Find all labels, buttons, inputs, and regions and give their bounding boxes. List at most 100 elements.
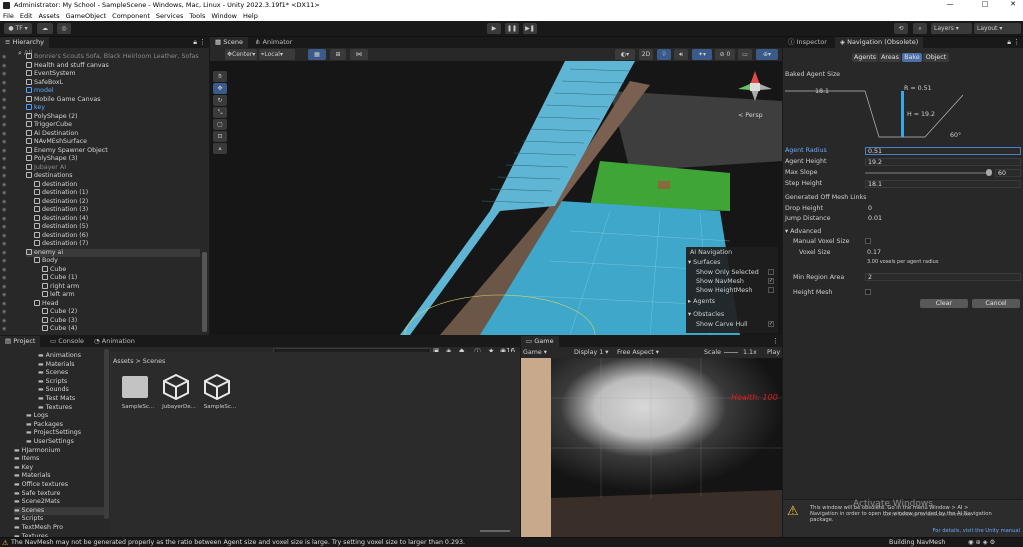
- hierarchy-item[interactable]: ◉ Jubayer AI: [2, 163, 66, 173]
- hierarchy-item[interactable]: ◉ EventSystem: [2, 70, 76, 79]
- hierarchy-item[interactable]: ◉ Ai Destination: [2, 129, 78, 139]
- visibility-eye-icon[interactable]: ◉: [2, 147, 6, 156]
- subtab-bake[interactable]: Bake: [902, 53, 922, 62]
- tab-hierarchy[interactable]: ≡ Hierarchy: [0, 37, 49, 48]
- visibility-eye-icon[interactable]: ◉: [2, 96, 6, 105]
- visibility-eye-icon[interactable]: ◉: [2, 172, 6, 181]
- asset-item[interactable]: SampleSc...: [118, 374, 154, 416]
- hierarchy-item[interactable]: ◉ Head: [2, 299, 58, 309]
- project-folder[interactable]: ▬ Items: [14, 455, 39, 464]
- layout-dropdown[interactable]: Layout ▾: [974, 23, 1021, 34]
- play-button[interactable]: ▶: [487, 23, 501, 34]
- visibility-eye-icon[interactable]: ◉: [2, 164, 6, 173]
- perspective-label[interactable]: < Persp: [738, 112, 763, 119]
- game-viewport[interactable]: [521, 358, 782, 537]
- lock-icon[interactable]: 🔒︎: [193, 38, 197, 47]
- tab-console[interactable]: ▭ Console: [45, 336, 89, 347]
- scale-slider[interactable]: [724, 352, 738, 353]
- close-button[interactable]: ✕: [1003, 0, 1023, 8]
- breadcrumb-scenes[interactable]: Scenes: [143, 358, 165, 365]
- hierarchy-item[interactable]: ◉ Cube (1): [2, 274, 77, 283]
- hierarchy-item[interactable]: ◉ NAvMEshSurface: [2, 138, 87, 147]
- tab-animator[interactable]: ⋔ Animator: [250, 37, 297, 48]
- hierarchy-item[interactable]: ◉ Cube (2): [2, 308, 77, 317]
- hierarchy-item[interactable]: ◉ destination: [2, 180, 77, 190]
- lock-icon[interactable]: 🔒︎: [1007, 38, 1011, 47]
- toggle-2d-button[interactable]: 2D: [639, 49, 653, 60]
- project-folder[interactable]: ▬ Logs: [26, 412, 48, 421]
- manual-voxel-checkbox[interactable]: [865, 238, 871, 244]
- collab-icon[interactable]: ◎: [57, 23, 71, 34]
- visibility-eye-icon[interactable]: ◉: [2, 70, 6, 79]
- menu-window[interactable]: Window: [211, 12, 237, 20]
- increment-snap-icon[interactable]: ⊞: [330, 49, 346, 60]
- min-region-field[interactable]: 2: [865, 273, 1021, 281]
- hierarchy-item[interactable]: ◉ enemy ai: [2, 248, 200, 257]
- play-mode-dropdown[interactable]: Play: [767, 349, 780, 356]
- hidden-objects-icon[interactable]: ⊘ 0: [715, 49, 735, 60]
- menu-help[interactable]: Help: [243, 12, 258, 20]
- project-folder[interactable]: ▬ Scripts: [14, 515, 43, 524]
- cancel-button[interactable]: Cancel: [972, 299, 1020, 308]
- asset-item[interactable]: JubayerDe...: [159, 373, 196, 416]
- project-folder[interactable]: ▬ Materials: [14, 472, 51, 481]
- tab-scene[interactable]: ▦ Scene: [210, 37, 249, 48]
- field-agent-height[interactable]: 19.2: [865, 158, 1021, 166]
- show-heightmesh-checkbox[interactable]: [768, 287, 774, 293]
- game-mode-dropdown[interactable]: Game ▾: [523, 349, 547, 356]
- agents-foldout[interactable]: ▸ Agents: [688, 298, 715, 305]
- hierarchy-item[interactable]: ◉ destination (7): [2, 240, 88, 249]
- visibility-eye-icon[interactable]: ◉: [2, 113, 6, 122]
- visibility-eye-icon[interactable]: ◉: [2, 138, 6, 147]
- project-folder[interactable]: ▬ Packages: [26, 421, 63, 430]
- clear-button[interactable]: Clear: [920, 299, 968, 308]
- visibility-eye-icon[interactable]: ◉: [2, 155, 6, 164]
- rect-tool-icon[interactable]: ▢: [213, 119, 227, 130]
- visibility-eye-icon[interactable]: ◉: [2, 317, 6, 326]
- layers-dropdown[interactable]: Layers ▾: [931, 23, 972, 34]
- visibility-eye-icon[interactable]: ◉: [2, 308, 6, 317]
- snap-settings-icon[interactable]: ⋈: [350, 49, 368, 60]
- project-folder[interactable]: ▬ Scripts: [38, 378, 67, 387]
- tab-project[interactable]: ▤ Project: [0, 336, 41, 347]
- icon-size-slider[interactable]: [480, 530, 510, 532]
- project-folder[interactable]: ▬ Safe texture: [14, 490, 60, 499]
- scale-tool-icon[interactable]: ⤡: [213, 107, 227, 118]
- effects-icon[interactable]: ✦▾: [692, 49, 712, 60]
- status-message[interactable]: The NavMesh may not be generated properl…: [11, 539, 465, 546]
- gizmos-icon[interactable]: ⊕▾: [756, 49, 778, 60]
- breadcrumb-assets[interactable]: Assets: [113, 358, 134, 365]
- hierarchy-item[interactable]: ◉ PolyShape (2): [2, 112, 78, 122]
- visibility-eye-icon[interactable]: ◉: [2, 325, 6, 334]
- visibility-eye-icon[interactable]: ◉: [2, 62, 6, 71]
- hierarchy-item[interactable]: ◉ model: [2, 87, 54, 96]
- project-folder[interactable]: ▬ Key: [14, 464, 33, 473]
- visibility-eye-icon[interactable]: ◉: [2, 283, 6, 292]
- grid-snap-icon[interactable]: ▦: [308, 49, 326, 60]
- custom-tool-icon[interactable]: ⩓: [213, 143, 227, 154]
- visibility-eye-icon[interactable]: ◉: [2, 266, 6, 275]
- visibility-eye-icon[interactable]: ◉: [2, 104, 6, 113]
- project-folder[interactable]: ▬ Scene2Mats: [14, 498, 60, 507]
- field-agent-radius[interactable]: 0.51: [865, 147, 1021, 155]
- height-mesh-checkbox[interactable]: [865, 289, 871, 295]
- menu-edit[interactable]: Edit: [20, 12, 33, 20]
- tab-navigation[interactable]: ◈ Navigation (Obsolete): [835, 37, 924, 48]
- max-slope-slider-handle[interactable]: [986, 169, 992, 176]
- visibility-eye-icon[interactable]: ◉: [2, 223, 6, 232]
- menu-assets[interactable]: Assets: [38, 12, 59, 20]
- audio-icon[interactable]: 🔊︎: [674, 49, 688, 60]
- visibility-eye-icon[interactable]: ◉: [2, 274, 6, 283]
- visibility-eye-icon[interactable]: ◉: [2, 249, 6, 258]
- project-folder[interactable]: ▬ HJarmonium: [14, 447, 60, 456]
- camera-settings-icon[interactable]: ▭: [738, 49, 752, 60]
- visibility-eye-icon[interactable]: ◉: [2, 240, 6, 249]
- visibility-eye-icon[interactable]: ◉: [2, 130, 6, 139]
- field-step-height[interactable]: 18.1: [865, 180, 1021, 188]
- project-folder[interactable]: ▬ Sounds: [38, 386, 69, 395]
- search-icon[interactable]: ⌕: [913, 23, 927, 34]
- visibility-eye-icon[interactable]: ◉: [2, 232, 6, 241]
- space-dropdown[interactable]: ⌖Local▾: [259, 49, 295, 60]
- subtab-agents[interactable]: Agents: [852, 53, 878, 62]
- kebab-menu-icon[interactable]: ⋮: [772, 337, 779, 345]
